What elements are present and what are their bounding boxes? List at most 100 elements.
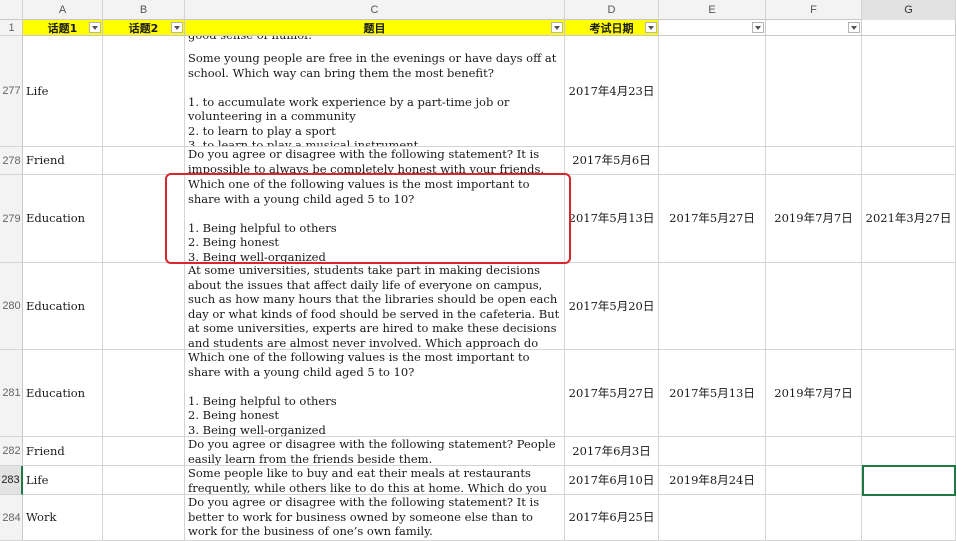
topic2-cell[interactable]	[103, 147, 185, 175]
row-number-279[interactable]: 279	[0, 175, 23, 263]
header-label-topic2: 话题2	[128, 21, 159, 35]
exam-date-cell[interactable]: 2017年6月10日	[565, 466, 659, 495]
topic-cell[interactable]: Life	[23, 36, 103, 147]
filter-dropdown-icon[interactable]	[752, 22, 764, 33]
row-number-284[interactable]: 284	[0, 495, 23, 541]
header-cell-f[interactable]	[766, 20, 862, 36]
date-g-cell[interactable]	[862, 495, 956, 541]
row-number-280[interactable]: 280	[0, 263, 23, 350]
question-cell[interactable]: Do you agree or disagree with the follow…	[185, 495, 565, 541]
row-number-277[interactable]: 277	[0, 36, 23, 147]
filter-dropdown-icon[interactable]	[848, 22, 860, 33]
date-f-cell[interactable]	[766, 466, 862, 495]
question-text: Some young people are free in the evenin…	[188, 51, 557, 147]
column-header-f[interactable]: F	[766, 0, 862, 20]
date-e-cell[interactable]	[659, 437, 766, 466]
topic-cell[interactable]: Work	[23, 495, 103, 541]
topic-cell[interactable]: Life	[23, 466, 103, 495]
date-f-cell[interactable]	[766, 147, 862, 175]
topic-cell[interactable]: Friend	[23, 437, 103, 466]
filter-dropdown-icon[interactable]	[89, 22, 101, 33]
topic-value: Work	[26, 510, 57, 525]
header-label-exam-date: 考试日期	[589, 21, 634, 35]
date-g-cell[interactable]	[862, 263, 956, 350]
column-header-c[interactable]: C	[185, 0, 565, 20]
date-e-cell[interactable]	[659, 263, 766, 350]
topic2-cell[interactable]	[103, 350, 185, 437]
date-g-cell[interactable]	[862, 36, 956, 147]
date-e-cell[interactable]: 2017年5月13日	[659, 350, 766, 437]
header-cell-exam-date[interactable]: 考试日期	[565, 20, 659, 36]
header-cell-topic2[interactable]: 话题2	[103, 20, 185, 36]
topic2-cell[interactable]	[103, 495, 185, 541]
filter-dropdown-icon[interactable]	[645, 22, 657, 33]
selected-cell-g283[interactable]	[862, 465, 956, 496]
exam-date-value: 2017年4月23日	[568, 83, 655, 98]
question-cell[interactable]: Which one of the following values is the…	[185, 350, 565, 437]
header-cell-g[interactable]	[862, 20, 956, 36]
filter-dropdown-icon[interactable]	[171, 22, 183, 33]
date-g-cell[interactable]	[862, 147, 956, 175]
topic2-cell[interactable]	[103, 263, 185, 350]
topic2-cell[interactable]	[103, 36, 185, 147]
header-label-topic1: 话题1	[47, 21, 78, 35]
question-text: Some people like to buy and eat their me…	[188, 466, 547, 495]
select-all-corner[interactable]	[0, 0, 23, 20]
question-cell[interactable]: Some people like to buy and eat their me…	[185, 466, 565, 495]
topic-value: Life	[26, 472, 49, 487]
filter-dropdown-icon[interactable]	[551, 22, 563, 33]
date-f-cell[interactable]: 2019年7月7日	[766, 350, 862, 437]
date-f-cell[interactable]	[766, 495, 862, 541]
topic-value: Friend	[26, 153, 65, 168]
date-e-cell[interactable]	[659, 36, 766, 147]
question-cell[interactable]: Do you agree or disagree with the follow…	[185, 437, 565, 466]
exam-date-cell[interactable]: 2017年5月6日	[565, 147, 659, 175]
date-f-cell[interactable]: 2019年7月7日	[766, 175, 862, 263]
topic2-cell[interactable]	[103, 466, 185, 495]
column-header-a[interactable]: A	[23, 0, 103, 20]
question-cell[interactable]: At some universities, students take part…	[185, 263, 565, 350]
exam-date-value: 2017年6月10日	[568, 472, 655, 487]
topic-value: Education	[26, 298, 86, 313]
row-number-282[interactable]: 282	[0, 437, 23, 466]
row-number-283[interactable]: 283	[0, 466, 23, 495]
header-cell-topic1[interactable]: 话题1	[23, 20, 103, 36]
row-number-281[interactable]: 281	[0, 350, 23, 437]
column-header-g[interactable]: G	[862, 0, 956, 20]
exam-date-cell[interactable]: 2017年6月25日	[565, 495, 659, 541]
date-e-cell[interactable]: 2017年5月27日	[659, 175, 766, 263]
topic-cell[interactable]: Friend	[23, 147, 103, 175]
exam-date-cell[interactable]: 2017年5月20日	[565, 263, 659, 350]
date-g-cell[interactable]: 2021年3月27日	[862, 175, 956, 263]
column-header-b[interactable]: B	[103, 0, 185, 20]
date-e-value: 2017年5月27日	[669, 211, 755, 226]
column-header-e[interactable]: E	[659, 0, 766, 20]
question-text: At some universities, students take part…	[188, 263, 560, 350]
question-text: Which one of the following values is the…	[188, 350, 530, 437]
topic-cell[interactable]: Education	[23, 175, 103, 263]
date-f-cell[interactable]	[766, 263, 862, 350]
topic-value: Education	[26, 385, 86, 400]
date-g-cell[interactable]	[862, 437, 956, 466]
topic-cell[interactable]: Education	[23, 350, 103, 437]
header-cell-e[interactable]	[659, 20, 766, 36]
date-f-value: 2019年7月7日	[774, 385, 853, 400]
date-e-cell[interactable]	[659, 147, 766, 175]
date-f-cell[interactable]	[766, 437, 862, 466]
question-cell[interactable]: Some young people are free in the evenin…	[185, 36, 565, 147]
topic-cell[interactable]: Education	[23, 263, 103, 350]
question-cell[interactable]: Do you agree or disagree with the follow…	[185, 147, 565, 175]
column-header-d[interactable]: D	[565, 0, 659, 20]
exam-date-cell[interactable]: 2017年6月3日	[565, 437, 659, 466]
date-e-cell[interactable]: 2019年8月24日	[659, 466, 766, 495]
date-e-cell[interactable]	[659, 495, 766, 541]
header-cell-question[interactable]: 题目	[185, 20, 565, 36]
topic2-cell[interactable]	[103, 437, 185, 466]
date-g-cell[interactable]	[862, 350, 956, 437]
exam-date-cell[interactable]: 2017年4月23日	[565, 36, 659, 147]
date-f-cell[interactable]	[766, 36, 862, 147]
row-number-278[interactable]: 278	[0, 147, 23, 175]
row-number-1[interactable]: 1	[0, 20, 23, 36]
exam-date-cell[interactable]: 2017年5月27日	[565, 350, 659, 437]
exam-date-cell[interactable]: 2017年5月13日	[565, 175, 659, 263]
